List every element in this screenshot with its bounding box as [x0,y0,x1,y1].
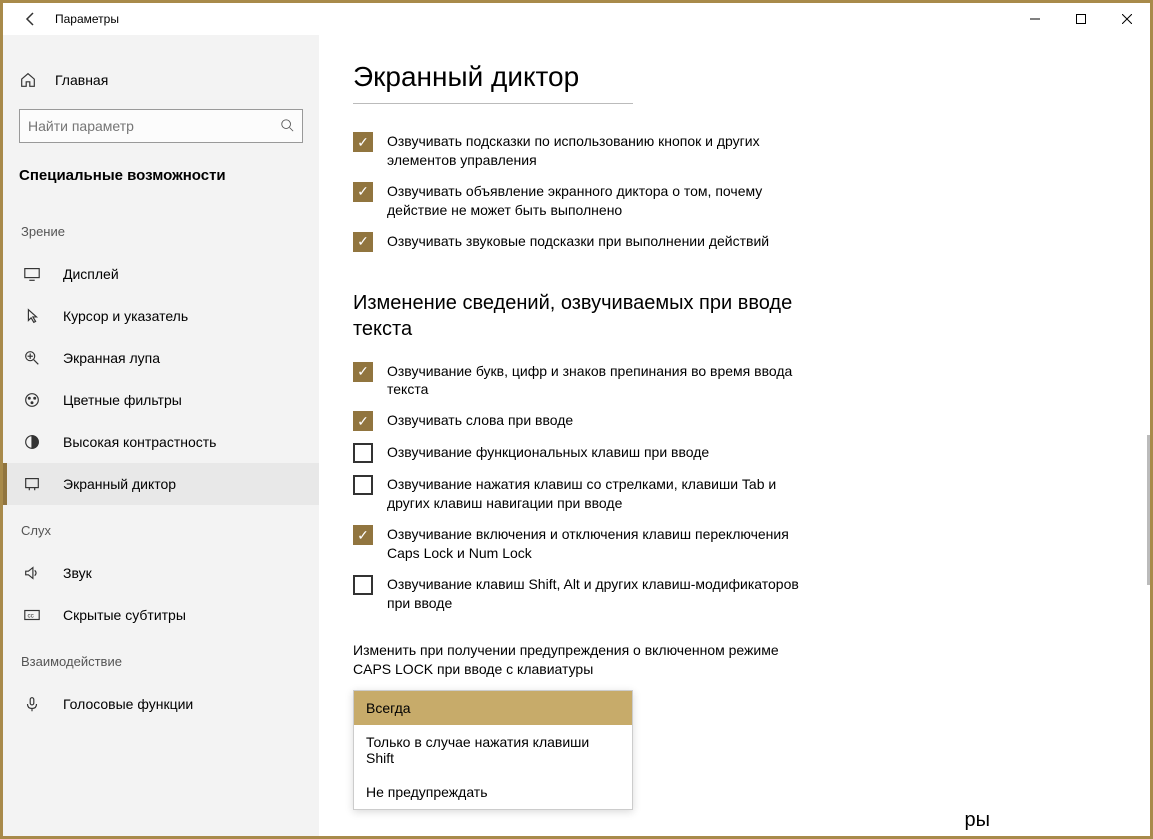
checkbox-row: ✓ Озвучивать звуковые подсказки при выпол… [353,232,803,252]
checkbox[interactable] [353,475,373,495]
checkbox-label: Озвучивать слова при вводе [387,411,573,430]
checkbox-row: ✓ Озвучивать слова при вводе [353,411,803,431]
nav-magnifier[interactable]: Экранная лупа [3,337,319,379]
checkbox-row: ✓ Озвучивание включения и отключения клав… [353,525,803,563]
sidebar-home-label: Главная [55,72,108,88]
contrast-icon [23,433,41,451]
nav-captions[interactable]: cc Скрытые субтитры [3,594,319,636]
checkbox-label: Озвучивание нажатия клавиш со стрелками,… [387,475,803,513]
checkbox[interactable]: ✓ [353,132,373,152]
nav-narrator[interactable]: Экранный диктор [3,463,319,505]
display-icon [23,265,41,283]
checkbox[interactable]: ✓ [353,232,373,252]
dropdown-option[interactable]: Не предупреждать [354,775,632,809]
capslock-warning-label: Изменить при получении предупреждения о … [353,641,803,680]
checkbox-label: Озвучивать подсказки по использованию кн… [387,132,803,170]
checkbox-row: ✓ Озвучивать объявление экранного диктора… [353,182,803,220]
magnifier-icon [23,349,41,367]
audio-icon [23,564,41,582]
nav-label: Звук [63,565,92,581]
narrator-icon [23,475,41,493]
titlebar: Параметры [3,3,1150,35]
cursor-icon [23,307,41,325]
checkbox[interactable] [353,575,373,595]
checkbox-label: Озвучивать объявление экранного диктора … [387,182,803,220]
nav-color-filters[interactable]: Цветные фильтры [3,379,319,421]
section-label-hearing: Слух [3,505,319,552]
home-icon [19,71,37,89]
maximize-button[interactable] [1058,3,1104,35]
captions-icon: cc [23,606,41,624]
sidebar-category: Специальные возможности [3,167,319,206]
close-button[interactable] [1104,3,1150,35]
checkbox[interactable]: ✓ [353,362,373,382]
checkbox-row: Озвучивание нажатия клавиш со стрелками,… [353,475,803,513]
main-content: Экранный диктор ✓ Озвучивать подсказки по… [319,35,1150,836]
minimize-button[interactable] [1012,3,1058,35]
svg-text:cc: cc [28,613,34,620]
checkbox-row: Озвучивание клавиш Shift, Alt и других к… [353,575,803,613]
nav-label: Цветные фильтры [63,392,182,408]
nav-cursor[interactable]: Курсор и указатель [3,295,319,337]
checkbox-label: Озвучивание букв, цифр и знаков препинан… [387,362,803,400]
nav-label: Дисплей [63,266,119,282]
search-input[interactable] [28,118,280,134]
nav-display[interactable]: Дисплей [3,253,319,295]
checkbox[interactable]: ✓ [353,525,373,545]
search-box[interactable] [19,109,303,143]
back-button[interactable] [11,3,51,35]
checkbox-label: Озвучивание включения и отключения клави… [387,525,803,563]
dropdown-option[interactable]: Только в случае нажатия клавиши Shift [354,725,632,775]
page-title: Экранный диктор [353,61,633,104]
checkbox-label: Озвучивать звуковые подсказки при выполн… [387,232,769,251]
nav-label: Курсор и указатель [63,308,188,324]
sidebar-home[interactable]: Главная [3,63,319,97]
search-icon [280,118,294,135]
nav-label: Голосовые функции [63,696,193,712]
checkbox[interactable] [353,443,373,463]
section-label-interaction: Взаимодействие [3,636,319,683]
window-title: Параметры [55,12,119,26]
mic-icon [23,695,41,713]
nav-high-contrast[interactable]: Высокая контрастность [3,421,319,463]
nav-label: Скрытые субтитры [63,607,186,623]
section-label-vision: Зрение [3,206,319,253]
dropdown-option[interactable]: Всегда [354,691,632,725]
capslock-dropdown[interactable]: ВсегдаТолько в случае нажатия клавиши Sh… [353,690,633,810]
checkbox[interactable]: ✓ [353,411,373,431]
checkbox[interactable]: ✓ [353,182,373,202]
checkbox-row: ✓ Озвучивание букв, цифр и знаков препина… [353,362,803,400]
obscured-text-fragment: ры [353,809,1090,832]
nav-speech[interactable]: Голосовые функции [3,683,319,725]
checkbox-row: Озвучивание функциональных клавиш при вв… [353,443,803,463]
checkbox-label: Озвучивание функциональных клавиш при вв… [387,443,709,462]
checkbox-label: Озвучивание клавиш Shift, Alt и других к… [387,575,803,613]
nav-label: Экранный диктор [63,476,176,492]
palette-icon [23,391,41,409]
nav-label: Экранная лупа [63,350,160,366]
checkbox-row: ✓ Озвучивать подсказки по использованию к… [353,132,803,170]
subheading-typing: Изменение сведений, озвучиваемых при вво… [353,290,813,342]
scrollbar[interactable] [1147,435,1150,585]
nav-audio[interactable]: Звук [3,552,319,594]
sidebar: Главная Специальные возможности Зрение Д… [3,35,319,836]
window-controls [1012,3,1150,35]
nav-label: Высокая контрастность [63,434,216,450]
